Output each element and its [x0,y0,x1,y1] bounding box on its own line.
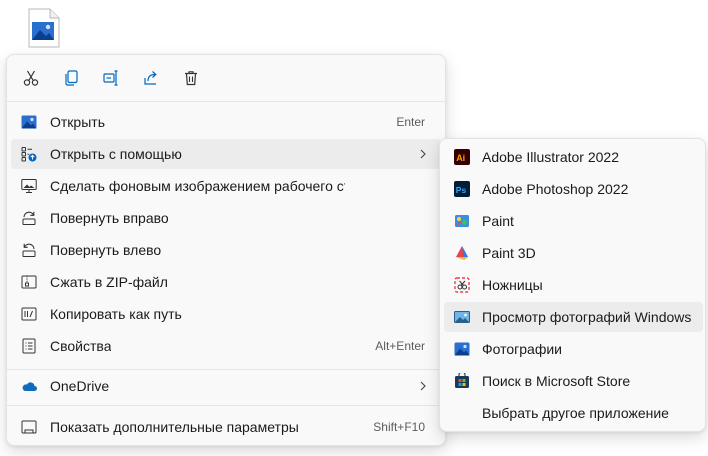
submenu-item-label: Paint [482,213,514,229]
open-with-icon [21,146,37,162]
microsoft-store-icon [454,371,470,389]
submenu-item-label: Adobe Illustrator 2022 [482,149,619,165]
photo-viewer-icon [454,309,470,325]
menu-item-copy-path[interactable]: Копировать как путь [11,299,441,329]
copy-button[interactable] [55,63,87,93]
menu-item-rotate-right[interactable]: Повернуть вправо [11,203,441,233]
submenu-item-label: Фотографии [482,341,563,357]
menu-item-label: Свойства [50,338,112,354]
snipping-tool-icon [454,277,470,293]
open-with-submenu: Ai Adobe Illustrator 2022 Ps Adobe Photo… [439,138,706,432]
submenu-item-photos[interactable]: Фотографии [444,334,703,364]
menu-item-label: Открыть с помощью [50,146,182,162]
shortcut-label: Shift+F10 [373,420,425,434]
shortcut-label: Alt+Enter [375,339,425,353]
rotate-right-icon [21,210,37,226]
adobe-photoshop-icon: Ps [454,181,470,197]
paint-3d-icon [454,245,470,261]
menu-item-label: OneDrive [50,378,110,394]
svg-text:Ps: Ps [456,185,467,195]
submenu-item-label: Поиск в Microsoft Store [482,373,631,389]
menu-item-rotate-left[interactable]: Повернуть влево [11,235,441,265]
cut-button[interactable] [15,63,47,93]
menu-item-label: Сжать в ZIP-файл [50,274,168,290]
share-button[interactable] [135,63,167,93]
shortcut-label: Enter [396,115,425,129]
rename-button[interactable] [95,63,127,93]
submenu-item-label: Paint 3D [482,245,536,261]
separator [7,101,445,102]
submenu-item-label: Просмотр фотографий Windows [482,309,692,325]
paint-icon [454,213,470,229]
submenu-item-label: Adobe Photoshop 2022 [482,181,629,197]
svg-text:Ai: Ai [456,153,465,163]
menu-item-label: Копировать как путь [50,306,182,322]
menu-item-set-wallpaper[interactable]: Сделать фоновым изображением рабочего ст… [11,171,441,201]
submenu-item-paint[interactable]: Paint [444,206,703,236]
zip-folder-icon [21,274,37,290]
adobe-illustrator-icon: Ai [454,149,470,165]
menu-item-onedrive[interactable]: OneDrive [11,371,441,401]
photo-icon [21,114,37,130]
separator [7,405,445,406]
submenu-item-adobe-photoshop[interactable]: Ps Adobe Photoshop 2022 [444,174,703,204]
chevron-right-icon [420,149,426,159]
submenu-item-photo-viewer[interactable]: Просмотр фотографий Windows [444,302,703,332]
menu-item-compress-zip[interactable]: Сжать в ZIP-файл [11,267,441,297]
share-icon [144,71,157,85]
menu-item-label: Повернуть влево [50,242,162,258]
menu-item-properties[interactable]: Свойства Alt+Enter [11,331,441,361]
submenu-item-label: Выбрать другое приложение [482,405,669,421]
menu-item-show-more-options[interactable]: Показать дополнительные параметры Shift+… [11,412,441,442]
copy-icon [65,70,78,86]
context-menu: Открыть Enter Открыть с помощью Сделать … [6,54,446,446]
menu-item-label: Показать дополнительные параметры [50,419,299,435]
scissors-icon [23,70,39,86]
submenu-item-snipping-tool[interactable]: Ножницы [444,270,703,300]
submenu-item-choose-another-app[interactable]: Выбрать другое приложение [444,398,703,428]
more-options-icon [21,419,37,435]
desktop-background-icon [21,178,37,194]
submenu-item-label: Ножницы [482,277,543,293]
rename-icon [103,70,118,86]
submenu-item-adobe-illustrator[interactable]: Ai Adobe Illustrator 2022 [444,142,703,172]
menu-item-label: Открыть [50,114,105,130]
delete-button[interactable] [175,63,207,93]
quick-actions-bar [7,63,445,93]
menu-item-label: Повернуть вправо [50,210,169,226]
chevron-right-icon [420,381,426,391]
onedrive-icon [21,378,37,394]
menu-item-open[interactable]: Открыть Enter [11,107,441,137]
copy-path-icon [21,306,37,322]
submenu-item-paint-3d[interactable]: Paint 3D [444,238,703,268]
trash-icon [185,71,197,86]
photos-icon [454,341,470,357]
separator [7,369,445,370]
menu-item-open-with[interactable]: Открыть с помощью [11,139,441,169]
rotate-left-icon [21,242,37,258]
submenu-item-microsoft-store[interactable]: Поиск в Microsoft Store [444,366,703,396]
properties-icon [21,338,37,354]
image-file-icon[interactable] [28,8,60,48]
menu-item-label: Сделать фоновым изображением рабочего ст… [50,178,345,194]
